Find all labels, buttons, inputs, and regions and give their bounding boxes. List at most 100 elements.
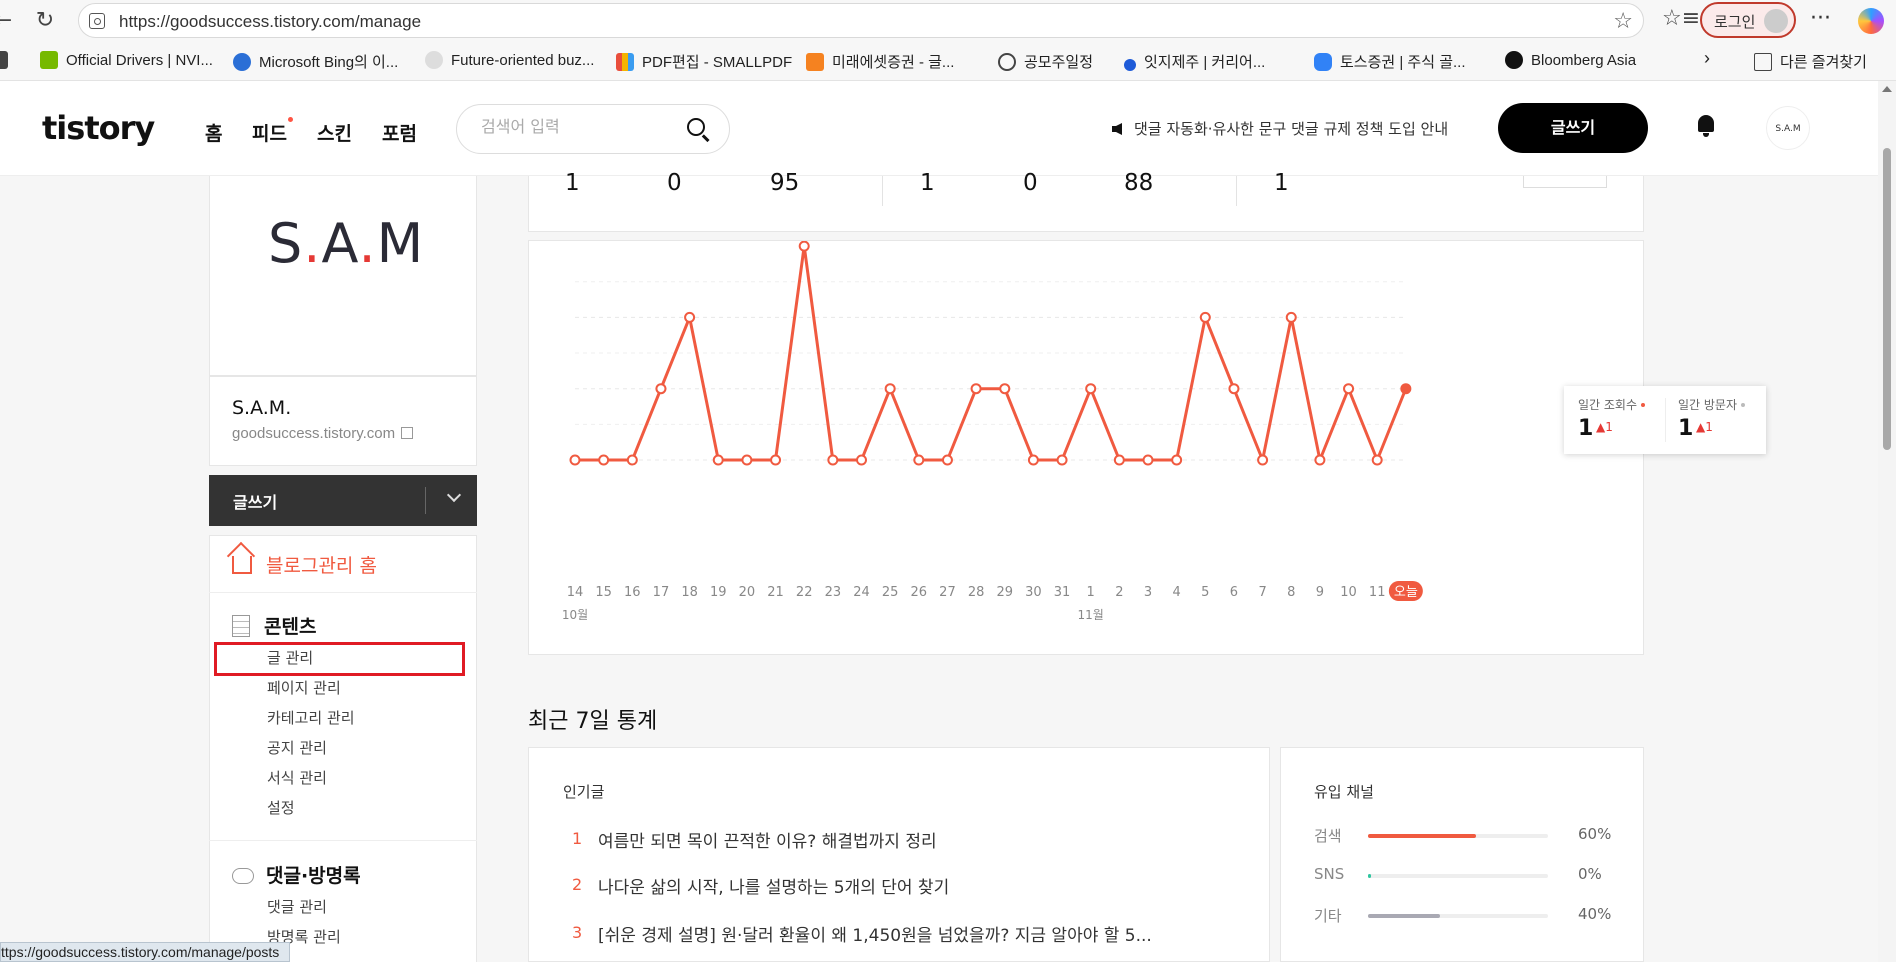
data-point [626,454,638,466]
avatar[interactable]: S.A.M [1766,106,1810,150]
x-tick-label: 18 [681,585,698,600]
sidebar-item-templates[interactable]: 서식 관리 [267,767,327,788]
bookmark-label: 토스증권 | 주식 골... [1340,54,1466,71]
blog-url-link[interactable]: goodsuccess.tistory.com [232,425,414,442]
x-tick-label: 9 [1316,585,1324,600]
data-point [1285,311,1297,323]
search-box[interactable] [456,104,730,154]
data-point [884,383,896,395]
write-button[interactable]: 글쓰기 [1498,103,1648,153]
data-point [569,454,581,466]
status-bar-url: ttps://goodsuccess.tistory.com/manage/po… [0,942,291,962]
period-select-button[interactable] [1523,176,1607,188]
bookmark-partial-icon[interactable] [0,51,16,69]
popular-post-link[interactable]: [쉬운 경제 설명] 원·달러 환율이 왜 1,450원을 넘었을까? 지금 알… [598,921,1152,946]
sidebar-item-comments[interactable]: 댓글 관리 [267,896,327,917]
data-point [741,454,753,466]
favorites-icon[interactable]: ☆≡ [1662,6,1700,31]
blog-info-card [209,376,477,466]
x-tick-label: 31 [1054,585,1071,600]
bookmark-label: 잇지제주 | 커리어... [1144,54,1266,71]
stats-summary-card [528,176,1644,232]
sidebar-item-blog-admin-home[interactable]: 블로그관리 홈 [232,551,377,578]
stat-value: 88 [1124,170,1154,196]
blog-logo-dot: . [358,212,377,275]
visits-chart-card: 14 15 16 17 18 19 20 21 22 23 24 25 26 27 28 29 30 31 1 2 3 4… [528,240,1644,655]
data-point [1314,454,1326,466]
channel-bar [1368,834,1548,838]
bookmark-item[interactable]: PDF편집 - SMALLPDF [616,51,792,72]
site-info-icon[interactable] [89,13,105,29]
blog-logo[interactable]: S.A.M [268,212,424,275]
blog-logo-letter: S [268,212,304,275]
popular-posts-title: 인기글 [563,783,605,801]
bookmark-item[interactable]: Microsoft Bing의 이... [233,51,398,72]
sidebar-section-content[interactable]: 콘텐츠 [232,612,316,639]
notice-link[interactable]: 댓글 자동화·유사한 문구 댓글 규제 정책 도입 안내 [1112,118,1448,139]
sidebar-section-label: 콘텐츠 [264,616,317,638]
tooltip-visitors-value: 1 [1678,416,1694,441]
sidebar-section-comments[interactable]: 댓글·방명록 [232,861,361,888]
sidebar-write-button[interactable]: 글쓰기 [209,475,477,526]
nav-skin[interactable]: 스킨 [317,119,352,146]
sidebar-item-settings[interactable]: 설정 [267,797,295,818]
x-tick-label: 17 [653,585,670,600]
data-point [1142,454,1154,466]
scroll-up-icon[interactable] [1882,86,1892,92]
x-tick-label: 24 [853,585,870,600]
copilot-icon[interactable] [1858,8,1884,34]
sidebar-item-notices[interactable]: 공지 관리 [267,737,327,758]
x-tick-label: 5 [1201,585,1209,600]
bookmark-item[interactable]: Bloomberg Asia [1505,51,1636,69]
divider [1236,176,1237,206]
chevron-down-icon[interactable] [446,487,462,503]
channel-percent: 40% [1578,905,1612,923]
sidebar-item-categories[interactable]: 카테고리 관리 [267,707,355,728]
tistory-logo[interactable]: tistory [42,109,155,147]
blog-logo-dot: . [303,212,322,275]
bookmarks-bar: Official Drivers | NVI... Microsoft Bing… [0,41,1896,81]
divider [882,176,883,206]
back-icon[interactable]: ← [0,8,16,34]
chevron-right-icon[interactable]: › [1704,48,1710,69]
other-bookmarks[interactable]: 다른 즐겨찾기 [1754,51,1867,72]
refresh-icon[interactable]: ↻ [32,8,58,34]
bell-icon[interactable] [1696,115,1716,137]
bing-search-icon [233,53,251,71]
channel-bar-fill [1368,834,1476,838]
new-dot-icon [287,117,293,122]
address-bar[interactable]: https://goodsuccess.tistory.com/manage ☆ [78,3,1644,38]
x-tick-label: 23 [825,585,842,600]
bookmark-item[interactable]: 잇지제주 | 커리어... [1124,51,1265,72]
blog-name: S.A.M. [232,397,292,419]
series-dot-icon [1641,403,1646,407]
bookmark-item[interactable]: Official Drivers | NVI... [40,51,213,69]
star-icon[interactable]: ☆ [1613,9,1633,34]
nav-forum[interactable]: 포럼 [382,119,417,146]
nav-feed-label: 피드 [252,123,287,145]
url-text[interactable]: https://goodsuccess.tistory.com/manage [119,12,421,32]
search-input[interactable] [481,117,671,136]
bookmark-item[interactable]: 미래에셋증권 - 글... [806,51,954,72]
data-point [798,241,810,252]
tooltip-visitors-label: 일간 방문자 [1678,396,1746,413]
nav-feed[interactable]: 피드 [252,117,293,146]
search-icon[interactable] [687,118,705,136]
bookmark-item[interactable]: 토스증권 | 주식 골... [1314,51,1466,72]
nav-home[interactable]: 홈 [205,119,222,146]
x-tick-label: 30 [1025,585,1042,600]
scrollbar-thumb[interactable] [1883,148,1891,450]
bookmark-item[interactable]: 공모주일정 [998,51,1093,72]
chart-tooltip: 일간 조회수 1 ▲1 일간 방문자 1 ▲1 [1564,386,1766,454]
popular-post-link[interactable]: 나다운 삶의 시작, 나를 설명하는 5개의 단어 찾기 [598,873,949,898]
x-tick-label: 2 [1115,585,1123,600]
sidebar-item-pages[interactable]: 페이지 관리 [267,677,341,698]
bookmark-item[interactable]: Future-oriented buz... [425,51,594,69]
profile-login-button[interactable]: 로그인 [1700,2,1796,38]
more-menu-icon[interactable]: ··· [1810,6,1831,31]
smallpdf-icon [616,53,634,71]
traffic-channels-title: 유입 채널 [1314,783,1374,801]
x-tick-label: 20 [739,585,756,600]
popular-post-link[interactable]: 여름만 되면 목이 끈적한 이유? 해결법까지 정리 [598,827,937,852]
stat-value: 1 [920,170,935,196]
